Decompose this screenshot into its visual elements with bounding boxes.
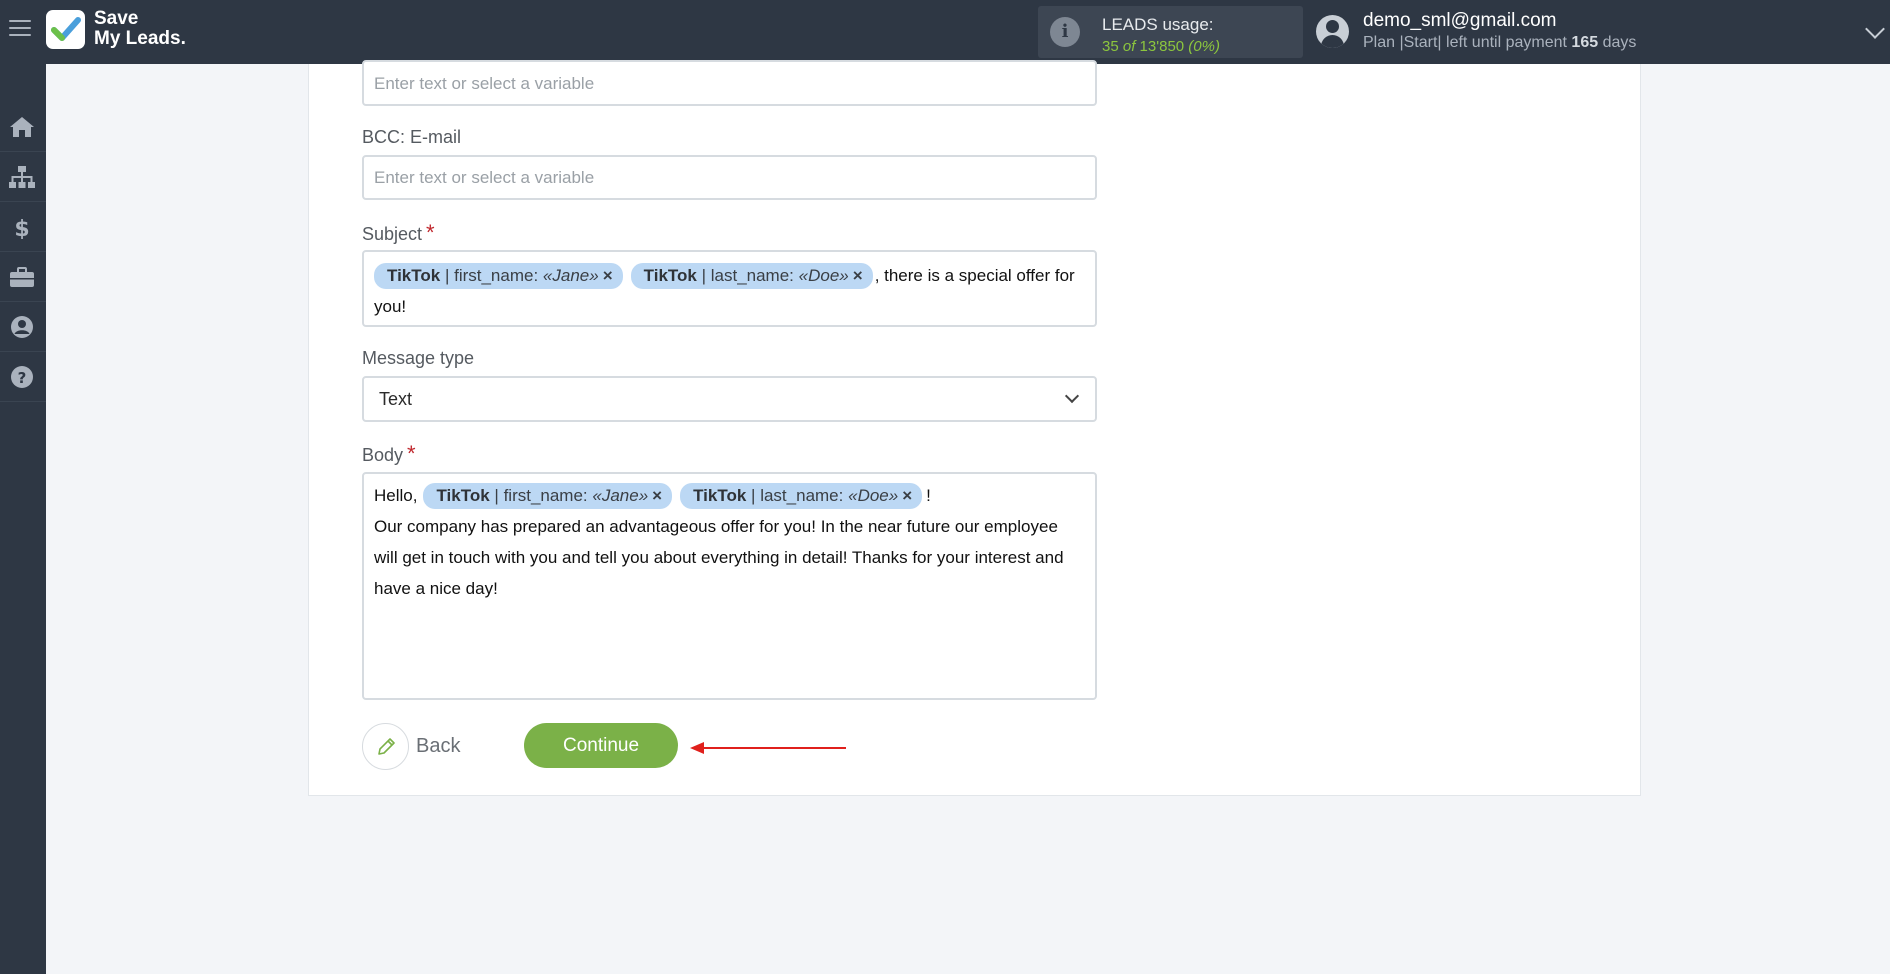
help-icon: ? (11, 366, 33, 388)
body-label: Body (362, 445, 404, 465)
message-type-value: Text (379, 389, 413, 409)
bcc-email-placeholder: Enter text or select a variable (374, 168, 595, 187)
bcc-label: BCC: E-mail (362, 127, 462, 147)
menu-icon[interactable] (9, 20, 31, 42)
tag-field: last_name: (760, 486, 844, 505)
tag-source: TikTok (693, 486, 747, 505)
tag-remove-icon[interactable]: × (603, 266, 613, 285)
tag-field: first_name: (454, 266, 539, 285)
checkmark-logo-icon (51, 17, 81, 41)
body-prefix: Hello, (374, 486, 418, 505)
variable-tag[interactable]: TikTok | last_name: «Doe» × (630, 263, 873, 289)
usage-used: 35 (1102, 38, 1119, 55)
user-icon (11, 316, 33, 338)
subject-text: , there is a special offer for (874, 266, 1075, 285)
body-label-row: Body * (362, 441, 416, 467)
subject-line-1: TikTok | first_name: «Jane» × TikTok | las… (374, 260, 1086, 291)
usage-label: LEADS usage: (1102, 15, 1214, 34)
tag-source: TikTok (436, 486, 490, 505)
tag-remove-icon[interactable]: × (902, 486, 912, 505)
logo-line2: My Leads. (94, 28, 186, 49)
sidebar: $ ? (0, 64, 46, 974)
tag-source: TikTok (387, 266, 441, 285)
info-icon[interactable]: i (1050, 17, 1080, 47)
message-type-label: Message type (362, 348, 475, 368)
usage-of: of (1122, 38, 1136, 55)
red-arrow-annotation (690, 742, 846, 754)
pencil-icon (378, 738, 395, 755)
svg-text:$: $ (14, 217, 29, 239)
back-button[interactable] (362, 723, 409, 770)
subject-label-row: Subject * (362, 220, 435, 246)
sitemap-icon (9, 166, 35, 188)
variable-tag[interactable]: TikTok | first_name: «Jane» × (374, 263, 623, 289)
sidebar-item-home[interactable] (0, 102, 46, 152)
chevron-down-icon[interactable] (1865, 19, 1885, 39)
top-bar: Save My Leads. i LEADS usage: 35 of 13'8… (0, 0, 1890, 64)
svg-text:?: ? (18, 369, 27, 387)
body-line-1: Hello, TikTok | first_name: «Jane» × TikTok… (374, 480, 1086, 511)
cc-email-placeholder: Enter text or select a variable (374, 74, 595, 93)
sidebar-item-connections[interactable] (0, 152, 46, 202)
tag-value: «Jane» (592, 486, 649, 505)
tag-field: first_name: (503, 486, 588, 505)
tag-source: TikTok (643, 266, 697, 285)
subject-label: Subject (362, 224, 423, 244)
body-line-3: will get in touch with you and tell you … (374, 548, 1064, 567)
subject-input[interactable]: TikTok | first_name: «Jane» × TikTok | las… (362, 250, 1097, 327)
sidebar-item-account[interactable] (0, 302, 46, 352)
user-email[interactable]: demo_sml@gmail.com (1363, 10, 1557, 32)
sidebar-item-tools[interactable] (0, 252, 46, 302)
back-label[interactable]: Back (416, 735, 460, 758)
tag-value: «Doe» (848, 486, 899, 505)
tag-remove-icon[interactable]: × (652, 486, 662, 505)
plan-days: 165 (1571, 34, 1599, 51)
usage-count: 35 of 13'850 (0%) (1102, 38, 1220, 55)
body-line-2: Our company has prepared an advantageous… (374, 517, 1058, 536)
message-type-select[interactable]: Text (362, 376, 1097, 422)
logo[interactable] (46, 10, 85, 49)
home-icon (10, 117, 34, 137)
logo-text[interactable]: Save My Leads. (94, 9, 186, 49)
bcc-email-input[interactable]: Enter text or select a variable (362, 155, 1097, 200)
subject-content: TikTok | first_name: «Jane» × TikTok | las… (374, 260, 1086, 322)
chevron-down-icon (1064, 388, 1080, 404)
plan-days-unit: days (1602, 34, 1637, 51)
variable-tag[interactable]: TikTok | first_name: «Jane» × (423, 483, 673, 509)
body-line-4: have a nice day! (374, 579, 498, 598)
usage-total: 13'850 (1139, 38, 1185, 55)
subject-line-2: you! (374, 297, 407, 316)
cc-email-input[interactable]: Enter text or select a variable (362, 60, 1097, 106)
body-suffix: ! (926, 486, 931, 505)
sidebar-item-help[interactable]: ? (0, 352, 46, 402)
dollar-icon: $ (14, 217, 29, 239)
body-content: Hello, TikTok | first_name: «Jane» × TikTok… (374, 480, 1086, 604)
leads-usage-panel: i LEADS usage: 35 of 13'850 (0%) (1038, 6, 1303, 58)
continue-button[interactable]: Continue (524, 723, 678, 768)
tag-value: «Jane» (542, 266, 599, 285)
variable-tag[interactable]: TikTok | last_name: «Doe» × (680, 483, 923, 509)
tag-value: «Doe» (798, 266, 849, 285)
body-textarea[interactable]: Hello, TikTok | first_name: «Jane» × TikTok… (362, 472, 1097, 700)
plan-info: Plan |Start| left until payment 165 days (1363, 34, 1636, 52)
briefcase-icon (10, 267, 34, 287)
usage-percent: (0%) (1188, 38, 1220, 55)
logo-line1: Save (94, 8, 139, 29)
plan-text: Plan |Start| left until payment (1363, 34, 1567, 51)
required-marker: * (407, 441, 416, 466)
tag-remove-icon[interactable]: × (853, 266, 863, 285)
sidebar-item-billing[interactable]: $ (0, 202, 46, 252)
user-avatar-icon[interactable] (1316, 15, 1349, 48)
tag-field: last_name: (710, 266, 794, 285)
required-marker: * (426, 220, 435, 245)
